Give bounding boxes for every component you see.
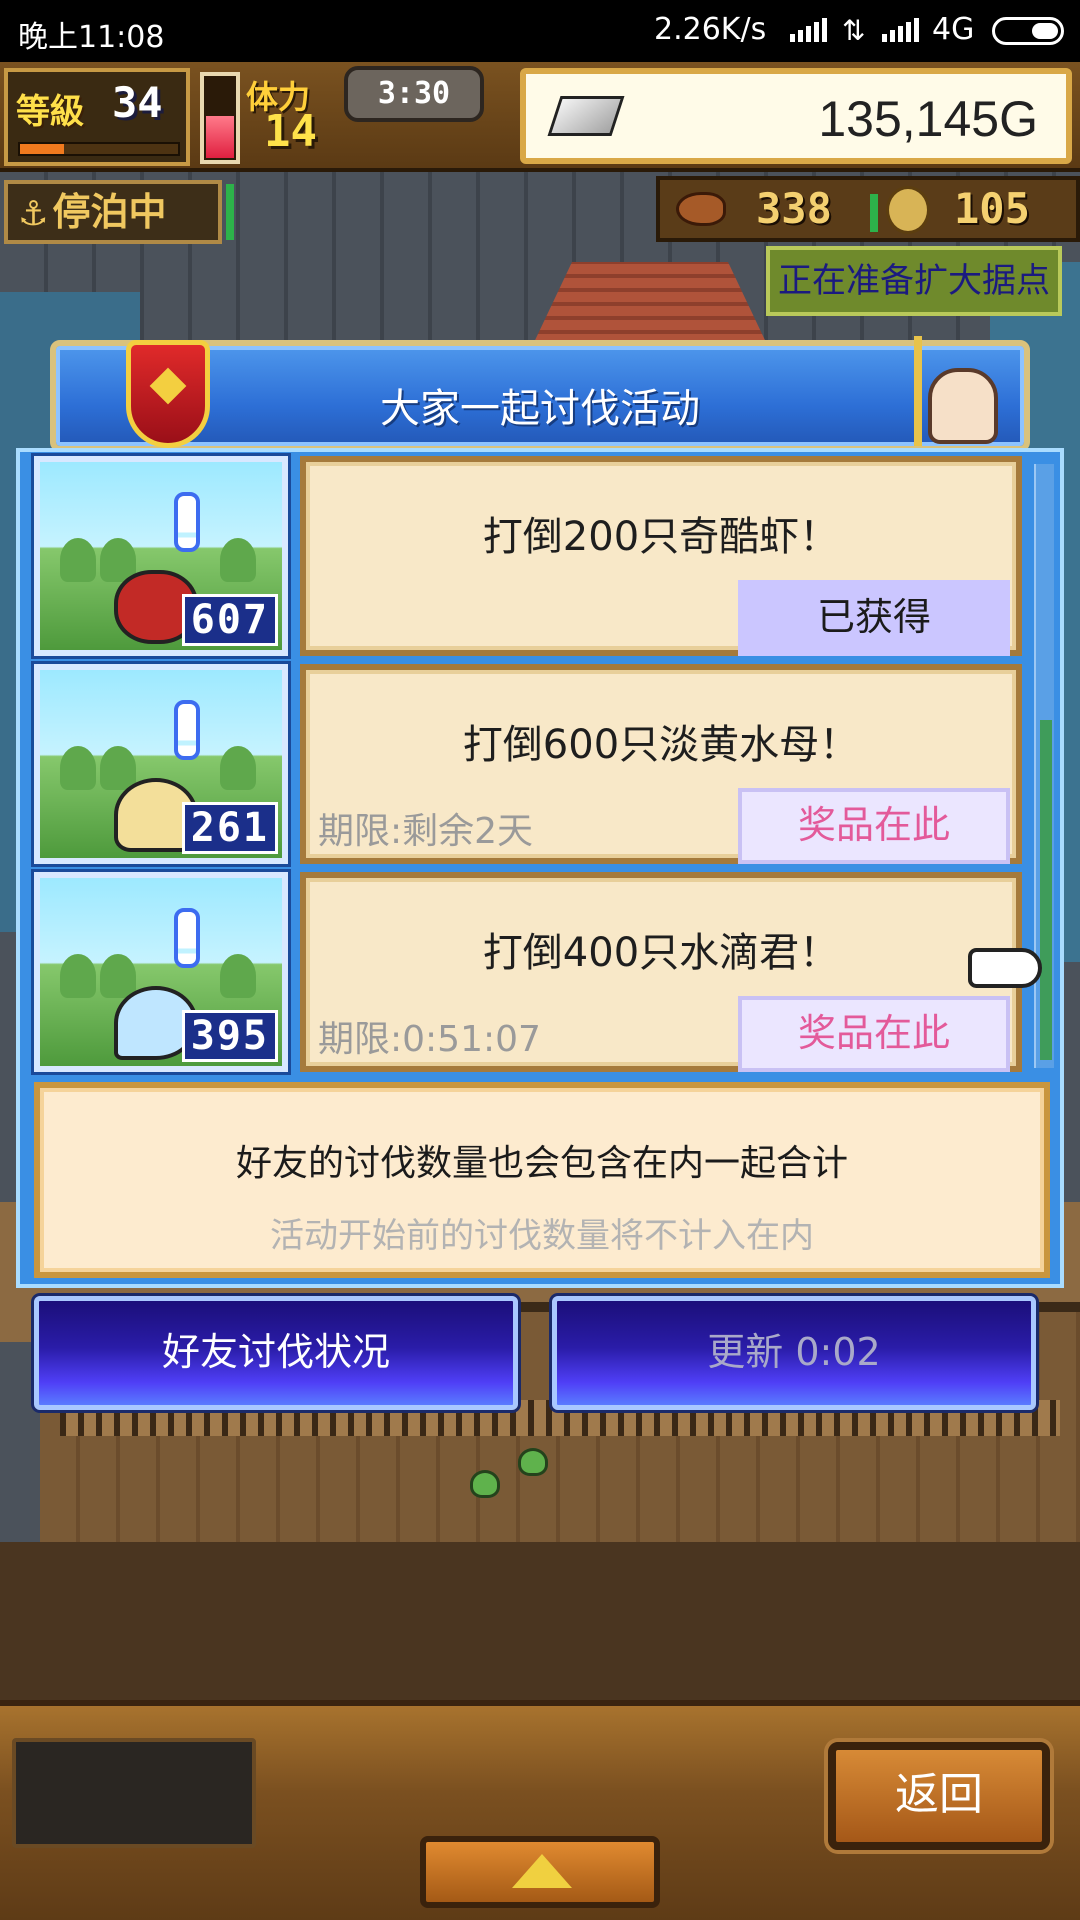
- docked-label: 停泊中: [52, 190, 167, 234]
- ship-hull: [0, 1542, 1080, 1702]
- tree-icon: [220, 538, 256, 582]
- expand-base-notice[interactable]: 正在准备扩大据点: [766, 246, 1062, 316]
- guide-character-icon: [914, 336, 998, 446]
- exclamation-icon: [174, 492, 200, 552]
- signal-icon: [790, 18, 827, 42]
- expand-menu-button[interactable]: [420, 1836, 660, 1908]
- meat-value: 338: [756, 184, 832, 233]
- stamina-gauge-fill: [206, 115, 234, 158]
- slime-sprite: [470, 1470, 500, 1498]
- status-net-speed: 2.26K/s: [654, 12, 767, 47]
- gold-panel: 135,145G: [520, 68, 1072, 164]
- resource-divider: [870, 194, 878, 232]
- stamina-value: 14: [264, 106, 317, 157]
- status-network-type: 4G: [932, 12, 975, 47]
- status-bar: 晚上11:08 2.26K/s ⇅ 4G: [0, 0, 1080, 62]
- tree-icon: [220, 746, 256, 790]
- signal-icon-2: [882, 18, 919, 42]
- mission-row: 607 打倒200只奇酷虾！ 已获得: [31, 453, 1024, 659]
- level-value: 34: [112, 78, 163, 127]
- mission-row: 395 打倒400只水滴君！ 期限:0:51:07 奖品在此: [31, 869, 1024, 1075]
- mission-row: 261 打倒600只淡黄水母！ 期限:剩余2天 奖品在此: [31, 661, 1024, 867]
- tree-icon: [60, 538, 96, 582]
- pointing-hand-icon: [968, 948, 1042, 988]
- mission-list[interactable]: 607 打倒200只奇酷虾！ 已获得 261 打倒600只淡黄水母！ 期限:剩余…: [31, 453, 1024, 1076]
- stamina-gauge: [200, 72, 240, 164]
- coin-value: 105: [954, 184, 1030, 233]
- status-time: 晚上11:08: [18, 20, 165, 55]
- kill-count: 607: [181, 594, 278, 646]
- mission-panel: 打倒400只水滴君！ 期限:0:51:07 奖品在此: [300, 872, 1022, 1072]
- tree-icon: [220, 954, 256, 998]
- docked-indicator: [226, 184, 234, 240]
- tree-icon: [60, 954, 96, 998]
- stamina-timer: 3:30: [344, 66, 484, 122]
- exp-bar-fill: [20, 144, 65, 154]
- event-info-box: 好友的讨伐数量也会包含在内一起合计 活动开始前的讨伐数量将不计入在内: [34, 1082, 1050, 1278]
- event-dialog-header: 大家一起讨伐活动: [50, 336, 1030, 452]
- meat-icon: [676, 192, 726, 226]
- empty-slot: [12, 1738, 256, 1848]
- kill-count: 261: [181, 802, 278, 854]
- docked-status[interactable]: ⚓ 停泊中: [4, 180, 222, 244]
- coin-icon: [886, 186, 930, 234]
- reward-button[interactable]: 奖品在此: [738, 996, 1010, 1072]
- monster-card: 261: [31, 661, 291, 867]
- exclamation-icon: [174, 700, 200, 760]
- info-main-text: 好友的讨伐数量也会包含在内一起合计: [235, 1143, 848, 1184]
- event-dialog: 607 打倒200只奇酷虾！ 已获得 261 打倒600只淡黄水母！ 期限:剩余…: [16, 448, 1064, 1288]
- reward-obtained-button[interactable]: 已获得: [738, 580, 1010, 656]
- mission-deadline: 期限:0:51:07: [318, 1019, 541, 1060]
- mission-panel: 打倒600只淡黄水母！ 期限:剩余2天 奖品在此: [300, 664, 1022, 864]
- reward-button[interactable]: 奖品在此: [738, 788, 1010, 864]
- tree-icon: [100, 746, 136, 790]
- monster-card: 395: [31, 869, 291, 1075]
- level-panel: 等級 34: [4, 68, 190, 166]
- anchor-icon: ⚓: [18, 194, 49, 234]
- refresh-button[interactable]: 更新 0:02: [552, 1296, 1036, 1410]
- slime-sprite: [518, 1448, 548, 1476]
- mission-title: 打倒400只水滴君！: [482, 930, 840, 976]
- back-button[interactable]: 返回: [828, 1742, 1050, 1850]
- level-label: 等級: [16, 92, 84, 132]
- exclamation-icon: [174, 908, 200, 968]
- tree-icon: [60, 746, 96, 790]
- top-hud: 等級 34 体力 14 3:30 135,145G: [0, 62, 1080, 172]
- battery-icon: [992, 17, 1064, 45]
- data-transfer-icon: ⇅: [842, 14, 866, 47]
- info-sub-text: 活动开始前的讨伐数量将不计入在内: [270, 1216, 814, 1256]
- mission-title: 打倒600只淡黄水母！: [462, 722, 860, 768]
- mission-title: 打倒200只奇酷虾！: [482, 514, 840, 560]
- tree-icon: [100, 954, 136, 998]
- mission-deadline: 期限:剩余2天: [318, 811, 534, 852]
- event-title: 大家一起讨伐活动: [380, 386, 700, 432]
- gold-bar-icon: [547, 96, 625, 136]
- bottom-bar: 返回: [0, 1700, 1080, 1920]
- gold-value: 135,145G: [818, 91, 1038, 147]
- exp-bar: [18, 142, 180, 156]
- monster-card: 607: [31, 453, 291, 659]
- scrollbar-thumb[interactable]: [1040, 720, 1052, 1060]
- friends-status-button[interactable]: 好友讨伐状况: [34, 1296, 518, 1410]
- resource-bar: 338 105: [656, 176, 1080, 242]
- mission-panel: 打倒200只奇酷虾！ 已获得: [300, 456, 1022, 656]
- arrow-up-icon: [512, 1854, 572, 1888]
- kill-count: 395: [181, 1010, 278, 1062]
